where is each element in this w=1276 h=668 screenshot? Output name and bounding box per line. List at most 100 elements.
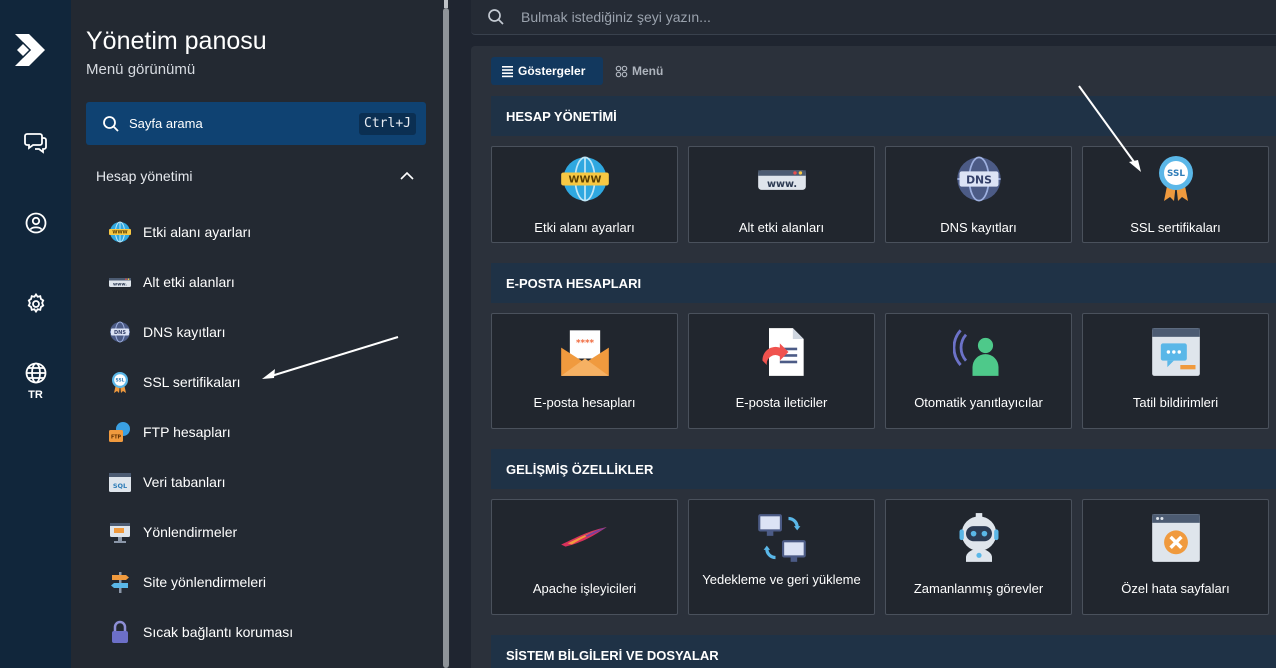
- svg-text:DNS: DNS: [966, 173, 992, 186]
- card-domain-settings[interactable]: WWW Etki alanı ayarları: [491, 146, 678, 243]
- lock-icon: [108, 620, 132, 644]
- sidebar-subtitle: Menü görünümü: [86, 61, 196, 78]
- sidebar-item-label: Yönlendirmeler: [143, 524, 238, 540]
- svg-text:****: ****: [575, 339, 594, 349]
- svg-text:DNS: DNS: [114, 330, 126, 336]
- section-header-account-management: HESAP YÖNETİMİ: [491, 96, 1276, 136]
- icon-rail: TR: [0, 0, 71, 668]
- sidebar-item-dns-records[interactable]: DNS DNS kayıtları: [108, 317, 408, 347]
- robot-icon: [886, 512, 1071, 564]
- card-email-forwarders[interactable]: E-posta ileticiler: [688, 313, 875, 429]
- sidebar-scrollbar[interactable]: [443, 8, 449, 668]
- page-search-button[interactable]: Sayfa arama Ctrl+J: [86, 102, 426, 145]
- global-search-input[interactable]: [521, 4, 1221, 30]
- card-apache-handlers[interactable]: Apache işleyicileri: [491, 499, 678, 615]
- card-label: Otomatik yanıtlayıcılar: [914, 395, 1043, 410]
- list-icon: [502, 65, 513, 77]
- sidebar-title: Yönetim panosu: [86, 27, 267, 55]
- svg-text:SQL: SQL: [113, 482, 127, 490]
- card-label: DNS kayıtları: [940, 220, 1017, 235]
- svg-text:WWW: WWW: [112, 230, 127, 236]
- card-auto-responders[interactable]: Otomatik yanıtlayıcılar: [885, 313, 1072, 429]
- globe-icon: [25, 362, 46, 384]
- subdomain-icon: www.: [689, 153, 874, 205]
- card-dns-records[interactable]: DNS DNS kayıtları: [885, 146, 1072, 243]
- dns-globe-icon: DNS: [108, 320, 132, 344]
- sidebar: Yönetim panosu Menü görünümü Sayfa arama…: [71, 0, 450, 668]
- tab-indicators[interactable]: Göstergeler: [491, 57, 603, 85]
- card-label: Özel hata sayfaları: [1121, 581, 1230, 596]
- sidebar-item-subdomains[interactable]: www. Alt etki alanları: [108, 267, 408, 297]
- card-email-accounts[interactable]: **** E-posta hesapları: [491, 313, 678, 429]
- sidebar-item-hotlink-protection[interactable]: Sıcak bağlantı koruması: [108, 617, 408, 647]
- sidebar-item-label: Sıcak bağlantı koruması: [143, 624, 294, 640]
- app-logo-icon[interactable]: [13, 30, 49, 70]
- card-label: Zamanlanmış görevler: [913, 581, 1044, 596]
- rail-settings[interactable]: [0, 292, 71, 316]
- tab-menu[interactable]: Menü: [613, 57, 683, 85]
- card-label: Tatil bildirimleri: [1132, 395, 1219, 410]
- card-label: SSL sertifikaları: [1130, 220, 1221, 235]
- rail-account[interactable]: [0, 211, 71, 235]
- global-search-bar: [471, 0, 1276, 35]
- sidebar-item-databases[interactable]: SQL Veri tabanları: [108, 467, 408, 497]
- sidebar-item-site-redirects[interactable]: Site yönlendirmeleri: [108, 567, 408, 597]
- svg-text:www.: www.: [766, 179, 796, 190]
- mail-forward-icon: [689, 326, 874, 378]
- rail-messages[interactable]: [0, 130, 71, 154]
- card-label: E-posta hesapları: [533, 395, 636, 410]
- www-globe-icon: WWW: [108, 220, 132, 244]
- sidebar-item-label: Alt etki alanları: [143, 274, 235, 290]
- main-panel: Göstergeler Menü HESAP YÖNETİMİ WWW Etki…: [471, 46, 1276, 668]
- account-icon: [25, 212, 46, 234]
- card-label: E-posta ileticiler: [735, 395, 828, 410]
- rail-language[interactable]: TR: [0, 361, 71, 401]
- ssl-badge-icon: SSL: [108, 370, 132, 394]
- page-search-label: Sayfa arama: [129, 116, 203, 131]
- section-toggle-account-management[interactable]: Hesap yönetimi: [96, 166, 416, 186]
- sidebar-item-label: DNS kayıtları: [143, 324, 226, 340]
- sidebar-item-ftp-accounts[interactable]: FTP FTP hesapları: [108, 417, 408, 447]
- www-globe-icon: WWW: [492, 153, 677, 205]
- redirect-icon: [108, 520, 132, 544]
- section-header-advanced-features: GELİŞMİŞ ÖZELLİKLER: [491, 449, 1276, 489]
- scrollbar-up[interactable]: [444, 0, 448, 8]
- svg-text:www.: www.: [113, 283, 127, 288]
- ftp-icon: FTP: [108, 420, 132, 444]
- card-label: Yedekleme ve geri yükleme: [702, 572, 861, 587]
- search-icon: [103, 115, 119, 132]
- language-label: TR: [28, 389, 43, 401]
- card-custom-error-pages[interactable]: Özel hata sayfaları: [1082, 499, 1269, 615]
- chevron-up-icon: [400, 171, 414, 180]
- section-header-email-accounts: E-POSTA HESAPLARI: [491, 263, 1276, 303]
- keyboard-shortcut: Ctrl+J: [359, 113, 416, 135]
- svg-text:WWW: WWW: [568, 175, 601, 186]
- sidebar-item-ssl-certificates[interactable]: SSL SSL sertifikaları: [108, 367, 408, 397]
- tab-label: Göstergeler: [518, 64, 586, 78]
- sidebar-item-label: FTP hesapları: [143, 424, 231, 440]
- svg-text:FTP: FTP: [111, 435, 122, 441]
- subdomain-icon: www.: [108, 270, 132, 294]
- sidebar-item-label: Veri tabanları: [143, 474, 226, 490]
- dns-globe-icon: DNS: [886, 153, 1071, 205]
- backup-icon: [689, 512, 874, 564]
- messages-icon: [23, 133, 47, 154]
- card-label: Apache işleyicileri: [532, 581, 637, 596]
- search-icon: [488, 9, 504, 25]
- settings-icon: [27, 292, 44, 314]
- auto-responder-icon: [886, 326, 1071, 378]
- sidebar-item-label: SSL sertifikaları: [143, 374, 241, 390]
- vacation-icon: [1083, 326, 1268, 378]
- card-vacation-notices[interactable]: Tatil bildirimleri: [1082, 313, 1269, 429]
- card-backup-restore[interactable]: Yedekleme ve geri yükleme: [688, 499, 875, 615]
- svg-text:SSL: SSL: [116, 378, 125, 384]
- section-header-system-info-files: SİSTEM BİLGİLERİ VE DOSYALAR: [491, 635, 1276, 668]
- ssl-badge-icon: SSL: [1083, 153, 1268, 205]
- card-subdomains[interactable]: www. Alt etki alanları: [688, 146, 875, 243]
- card-ssl-certificates[interactable]: SSL SSL sertifikaları: [1082, 146, 1269, 243]
- sql-icon: SQL: [108, 470, 132, 494]
- sidebar-item-domain-settings[interactable]: WWW Etki alanı ayarları: [108, 217, 408, 247]
- card-scheduled-tasks[interactable]: Zamanlanmış görevler: [885, 499, 1072, 615]
- grid-icon: [615, 65, 628, 77]
- sidebar-item-redirects[interactable]: Yönlendirmeler: [108, 517, 408, 547]
